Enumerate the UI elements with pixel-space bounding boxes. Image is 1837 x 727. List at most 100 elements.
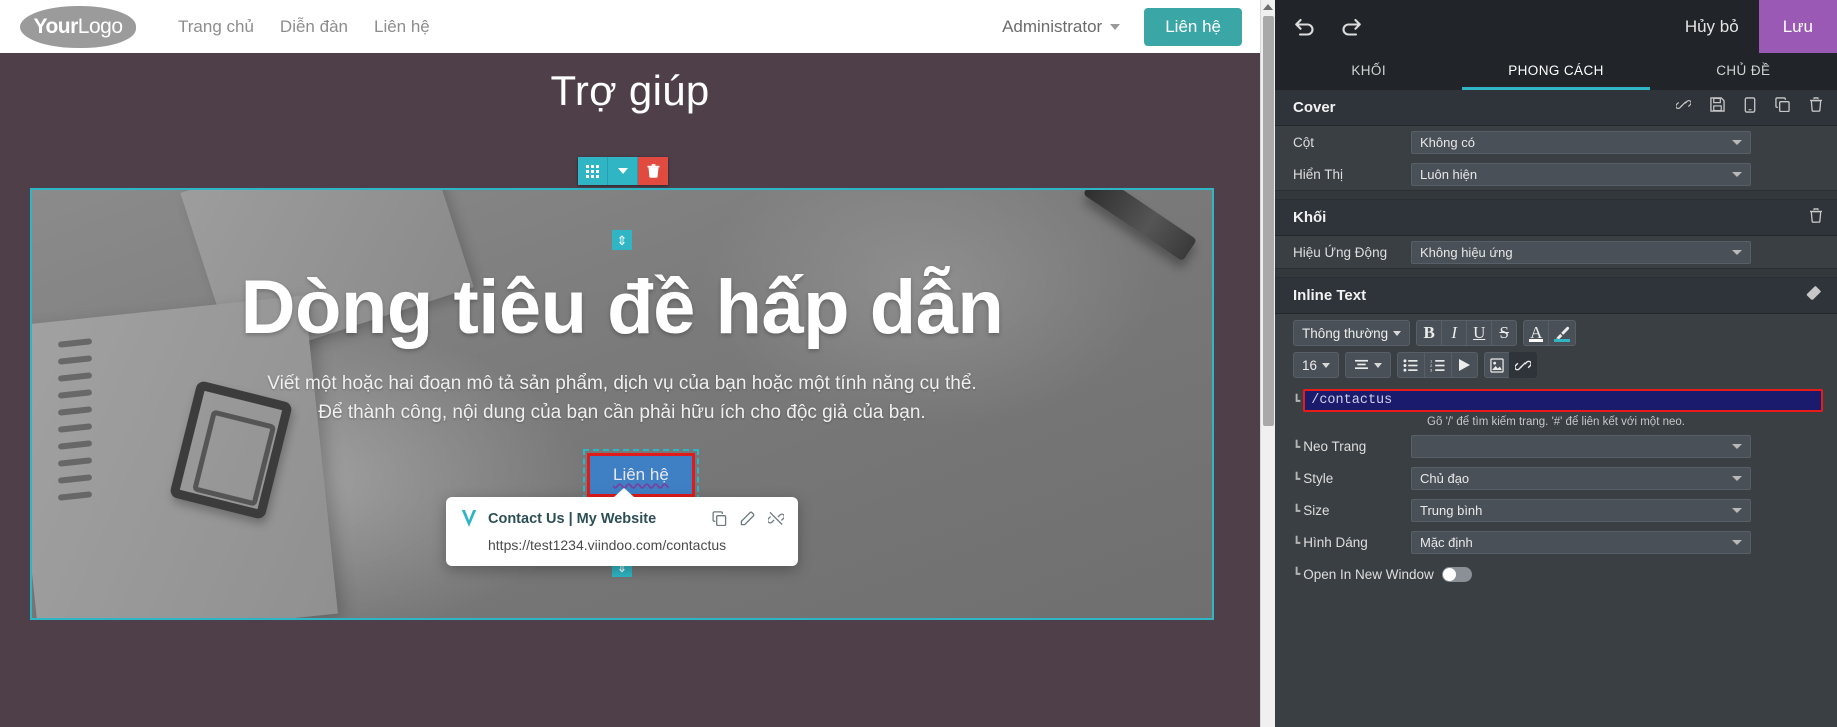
header-contact-button[interactable]: Liên hệ (1144, 7, 1242, 46)
user-menu[interactable]: Administrator (1002, 17, 1121, 37)
preview-scrollbar[interactable] (1260, 0, 1275, 727)
paragraph-style-group: Thông thường (1293, 320, 1411, 346)
insert-group (1484, 352, 1538, 378)
column-select[interactable]: Không có (1411, 130, 1751, 154)
panel-tabs: KHỐI PHONG CÁCH CHỦ ĐỀ (1275, 53, 1837, 90)
unordered-list-button[interactable] (1397, 352, 1426, 378)
animation-select[interactable]: Không hiệu ứng (1411, 240, 1751, 264)
font-size-group: 16 (1293, 352, 1340, 378)
play-icon (1459, 359, 1471, 371)
tree-branch-marker: ┗ (1293, 567, 1301, 581)
hero-paragraph-line-2[interactable]: Để thành công, nội dung của bạn cần phải… (32, 398, 1212, 427)
paragraph-style-select[interactable]: Thông thường (1293, 320, 1411, 346)
resize-handle-top[interactable]: ⇕ (612, 230, 632, 250)
nav-item-contact[interactable]: Liên hệ (374, 17, 430, 37)
website-preview: Your Logo Trang chủ Diễn đàn Liên hệ Admi… (0, 0, 1260, 727)
row-animation: Hiệu Ứng Động Không hiệu ứng (1275, 236, 1837, 268)
section-divider-2 (1275, 268, 1837, 278)
link-popover-actions (712, 511, 784, 526)
block-section-header: Khối (1275, 200, 1837, 236)
bold-button[interactable]: B (1416, 320, 1443, 346)
hero-heading[interactable]: Dòng tiêu đề hấp dẫn (32, 268, 1212, 347)
page-anchor-select[interactable] (1411, 434, 1751, 458)
animation-select-value: Không hiệu ứng (1420, 244, 1513, 260)
label-style: ┗ Style (1293, 471, 1411, 486)
delete-block-button[interactable] (638, 157, 668, 185)
size-select[interactable]: Trung bình (1411, 498, 1751, 522)
hero-band: Trợ giúp ⇕ Dòng tiêu đề hấp dẫn Viết một… (0, 53, 1260, 727)
link-popover-url[interactable]: https://test1234.viindoo.com/contactus (488, 537, 784, 553)
image-button[interactable] (1484, 352, 1511, 378)
underline-button[interactable]: U (1466, 320, 1493, 346)
site-logo[interactable]: Your Logo (20, 5, 136, 48)
tree-branch-marker: ┗ (1293, 439, 1301, 454)
chevron-down-icon (1732, 249, 1742, 255)
logo-text-bold: Your (33, 14, 79, 38)
font-size-select[interactable]: 16 (1293, 352, 1340, 378)
link-icon (1515, 360, 1532, 370)
align-center-icon (1355, 359, 1369, 369)
shape-select-value: Mặc định (1420, 534, 1473, 550)
url-row: ┗ /contactus (1275, 386, 1837, 412)
font-color-button[interactable]: A (1523, 320, 1550, 346)
align-select[interactable] (1345, 352, 1392, 378)
tree-branch-marker: ┗ (1293, 503, 1301, 518)
chevron-down-icon (1732, 475, 1742, 481)
link-icon[interactable] (1675, 97, 1692, 118)
nav-item-forum[interactable]: Diễn đàn (280, 17, 348, 37)
trash-icon[interactable] (1809, 97, 1823, 118)
scrollbar-thumb[interactable] (1263, 16, 1274, 426)
numbered-list-icon: 1 2 3 (1430, 359, 1445, 372)
shape-select[interactable]: Mặc định (1411, 530, 1751, 554)
italic-button[interactable]: I (1441, 320, 1468, 346)
block-section-tools (1809, 207, 1823, 228)
visibility-select[interactable]: Luôn hiện (1411, 162, 1751, 186)
eraser-icon[interactable] (1806, 285, 1823, 306)
label-shape-text: Hình Dáng (1303, 534, 1368, 550)
edit-link-icon[interactable] (740, 511, 755, 526)
save-icon[interactable] (1710, 97, 1725, 118)
link-popover-title: Contact Us | My Website (488, 510, 657, 527)
block-options-button[interactable] (608, 157, 638, 185)
duplicate-icon[interactable] (1775, 97, 1790, 118)
nav-item-home[interactable]: Trang chủ (178, 17, 254, 37)
list-group: 1 2 3 (1397, 352, 1479, 378)
media-button[interactable] (1451, 352, 1479, 378)
tree-branch-marker: ┗ (1293, 471, 1301, 486)
hero-paragraph-line-1[interactable]: Viết một hoặc hai đoạn mô tả sản phẩm, d… (32, 369, 1212, 398)
chevron-down-icon (1322, 362, 1331, 368)
undo-icon[interactable] (1293, 17, 1315, 37)
chevron-down-icon (1110, 23, 1121, 30)
tab-blocks[interactable]: KHỐI (1275, 53, 1462, 90)
link-url-input[interactable]: /contactus (1303, 389, 1823, 412)
label-style-text: Style (1303, 470, 1334, 486)
drag-block-handle[interactable] (578, 157, 608, 185)
cover-section-header: Cover (1275, 90, 1837, 126)
mobile-icon[interactable] (1744, 97, 1756, 118)
open-new-window-toggle[interactable] (1441, 566, 1472, 582)
hero-contact-link[interactable]: Liên hệ (590, 456, 692, 494)
row-shape: ┗ Hình Dáng Mặc định (1275, 526, 1837, 558)
size-select-value: Trung bình (1420, 502, 1483, 518)
tab-theme[interactable]: CHỦ ĐỀ (1650, 53, 1837, 90)
trash-icon[interactable] (1809, 207, 1823, 228)
scroll-up-arrow-icon[interactable] (1263, 4, 1273, 10)
cover-content: Dòng tiêu đề hấp dẫn Viết một hoặc hai đ… (32, 190, 1212, 428)
link-button[interactable] (1509, 352, 1538, 378)
row-visibility: Hiển Thị Luôn hiện (1275, 158, 1837, 190)
redo-icon[interactable] (1341, 17, 1363, 37)
link-popover: Contact Us | My Website https://test1234… (446, 488, 798, 566)
row-style: ┗ Style Chủ đạo (1275, 462, 1837, 494)
label-page-anchor-text: Neo Trang (1303, 438, 1367, 454)
chevron-down-icon (1732, 139, 1742, 145)
strikethrough-button[interactable]: S (1491, 320, 1518, 346)
save-button[interactable]: Lưu (1758, 0, 1837, 53)
cancel-button[interactable]: Hủy bỏ (1665, 0, 1759, 53)
style-select[interactable]: Chủ đạo (1411, 466, 1751, 490)
background-color-button[interactable] (1548, 320, 1577, 346)
unlink-icon[interactable] (768, 511, 784, 526)
copy-link-icon[interactable] (712, 511, 727, 526)
ordered-list-button[interactable]: 1 2 3 (1424, 352, 1453, 378)
cover-section-tools (1675, 97, 1823, 118)
tab-style[interactable]: PHONG CÁCH (1462, 53, 1650, 90)
